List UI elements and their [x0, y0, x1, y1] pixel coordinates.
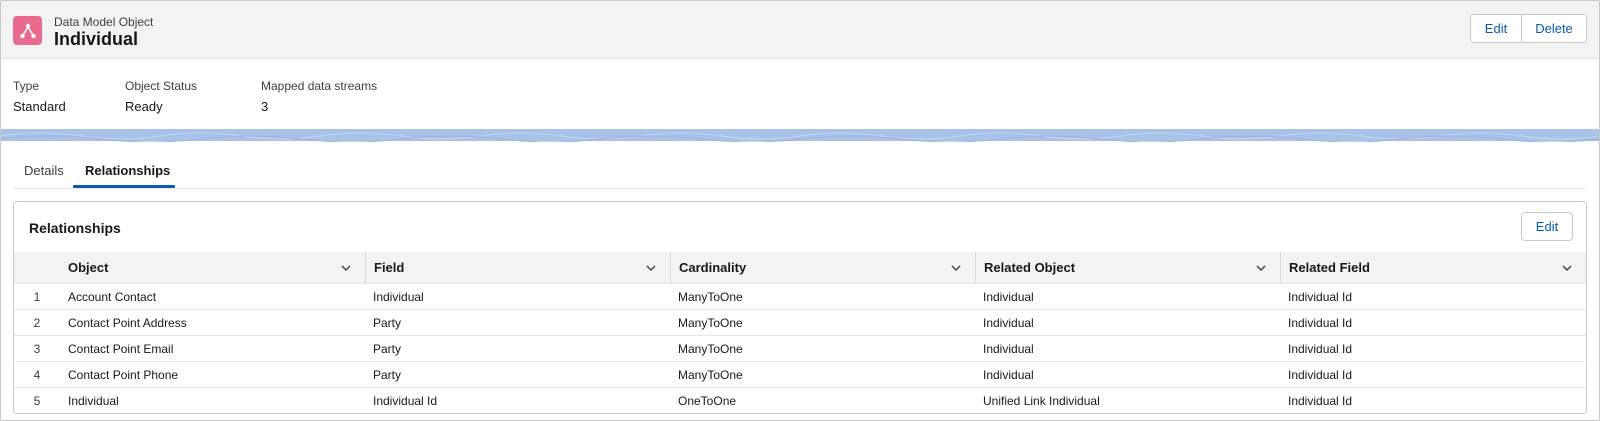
- cell-related-object: Individual: [975, 361, 1280, 388]
- relationships-card: Relationships Edit Object Field Cardinal…: [13, 201, 1587, 414]
- cell-cardinality: ManyToOne: [670, 309, 975, 336]
- column-header-label: Object: [68, 260, 109, 275]
- tab-details[interactable]: Details: [24, 163, 64, 178]
- cell-related-object: Individual: [975, 283, 1280, 310]
- decorative-banner: [1, 129, 1599, 143]
- table-header-row: Object Field Cardinality Related Object …: [14, 252, 1586, 284]
- cell-field: Individual: [365, 283, 670, 310]
- highlights-panel: Type Standard Object Status Ready Mapped…: [1, 59, 1599, 129]
- row-number: 1: [14, 283, 60, 310]
- edit-button[interactable]: Edit: [1471, 15, 1522, 42]
- column-header-cardinality[interactable]: Cardinality: [670, 252, 975, 284]
- header-button-group: Edit Delete: [1470, 14, 1587, 43]
- cell-object: Individual: [60, 387, 365, 413]
- highlight-label: Type: [13, 79, 40, 93]
- cell-object: Account Contact: [60, 283, 365, 310]
- highlight-value: 3: [261, 99, 269, 114]
- tab-divider: [14, 188, 1587, 189]
- object-type-label: Data Model Object: [54, 15, 154, 29]
- column-header-label: Cardinality: [679, 260, 747, 275]
- column-header-label: Field: [374, 260, 405, 275]
- chevron-down-icon[interactable]: [949, 261, 963, 275]
- cell-related-field: Individual Id: [1280, 387, 1586, 413]
- delete-button[interactable]: Delete: [1522, 15, 1586, 42]
- cell-field: Party: [365, 361, 670, 388]
- cell-cardinality: ManyToOne: [670, 335, 975, 362]
- column-header-related-object[interactable]: Related Object: [975, 252, 1280, 284]
- table-row: 5 Individual Individual Id OneToOne Unif…: [14, 387, 1586, 413]
- row-number-header: [14, 252, 60, 284]
- relationships-table: Object Field Cardinality Related Object …: [14, 252, 1586, 413]
- highlight-mapped-data-streams: Mapped data streams 3: [261, 79, 377, 114]
- row-number: 5: [14, 387, 60, 413]
- column-header-object[interactable]: Object: [60, 252, 365, 284]
- page-title: Individual: [54, 29, 139, 49]
- cell-field: Party: [365, 309, 670, 336]
- chevron-down-icon[interactable]: [339, 261, 353, 275]
- column-header-label: Related Object: [984, 260, 1076, 275]
- highlight-value: Ready: [125, 99, 163, 114]
- cell-field: Individual Id: [365, 387, 670, 413]
- page-header: Data Model Object Individual Edit Delete: [1, 1, 1599, 59]
- row-number: 3: [14, 335, 60, 362]
- cell-object: Contact Point Phone: [60, 361, 365, 388]
- record-page: Data Model Object Individual Edit Delete…: [0, 0, 1600, 421]
- tab-relationships[interactable]: Relationships: [85, 163, 170, 178]
- row-number: 4: [14, 361, 60, 388]
- highlight-value: Standard: [13, 99, 66, 114]
- table-row: 3 Contact Point Email Party ManyToOne In…: [14, 335, 1586, 362]
- cell-related-field: Individual Id: [1280, 361, 1586, 388]
- highlight-type: Type Standard: [13, 79, 66, 114]
- cell-cardinality: ManyToOne: [670, 361, 975, 388]
- relationship-icon: [13, 16, 42, 45]
- cell-related-object: Individual: [975, 309, 1280, 336]
- chevron-down-icon[interactable]: [1254, 261, 1268, 275]
- chevron-down-icon[interactable]: [1560, 261, 1574, 275]
- column-header-field[interactable]: Field: [365, 252, 670, 284]
- card-title: Relationships: [29, 220, 121, 236]
- table-row: 4 Contact Point Phone Party ManyToOne In…: [14, 361, 1586, 388]
- tab-bar: Details Relationships: [1, 141, 1599, 189]
- highlight-label: Mapped data streams: [261, 79, 378, 93]
- cell-related-field: Individual Id: [1280, 335, 1586, 362]
- cell-related-object: Unified Link Individual: [975, 387, 1280, 413]
- column-header-label: Related Field: [1289, 260, 1370, 275]
- column-header-related-field[interactable]: Related Field: [1280, 252, 1586, 284]
- cell-cardinality: ManyToOne: [670, 283, 975, 310]
- card-edit-button[interactable]: Edit: [1521, 212, 1573, 241]
- chevron-down-icon[interactable]: [644, 261, 658, 275]
- highlight-label: Object Status: [125, 79, 198, 93]
- table-row: 2 Contact Point Address Party ManyToOne …: [14, 309, 1586, 336]
- cell-related-field: Individual Id: [1280, 309, 1586, 336]
- cell-cardinality: OneToOne: [670, 387, 975, 413]
- table-row: 1 Account Contact Individual ManyToOne I…: [14, 283, 1586, 310]
- cell-object: Contact Point Email: [60, 335, 365, 362]
- cell-field: Party: [365, 335, 670, 362]
- row-number: 2: [14, 309, 60, 336]
- cell-object: Contact Point Address: [60, 309, 365, 336]
- cell-related-field: Individual Id: [1280, 283, 1586, 310]
- cell-related-object: Individual: [975, 335, 1280, 362]
- highlight-object-status: Object Status Ready: [125, 79, 197, 114]
